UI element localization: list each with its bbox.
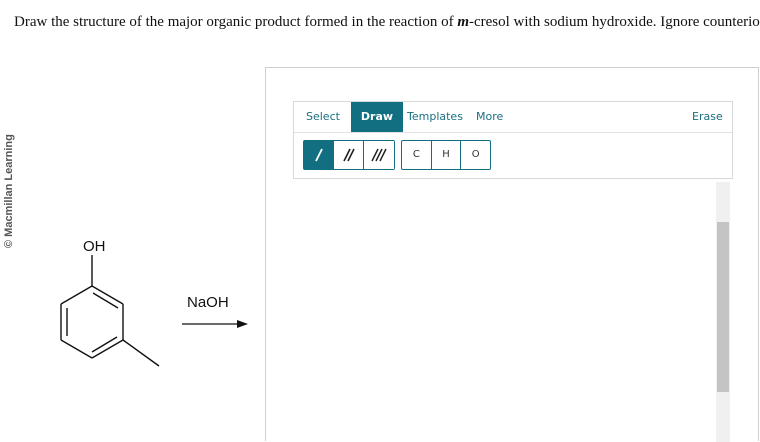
carbon-atom-button[interactable]: C xyxy=(402,141,432,169)
ring-double-bond xyxy=(91,336,118,353)
oxygen-atom-button[interactable]: O xyxy=(461,141,490,169)
reaction-arrow xyxy=(182,320,248,328)
oh-label: OH xyxy=(83,238,106,255)
reaction-scheme: OH NaOH xyxy=(60,238,248,367)
menu-row: Select Draw Templates More Erase xyxy=(294,102,732,132)
reagent-label: NaOH xyxy=(187,294,229,311)
templates-menu[interactable]: Templates xyxy=(407,102,463,132)
draw-menu[interactable]: Draw xyxy=(351,102,403,132)
ring-bond xyxy=(60,285,93,305)
single-bond-button[interactable] xyxy=(304,141,334,169)
triple-bond-icon xyxy=(371,148,387,162)
triple-bond-button[interactable] xyxy=(364,141,394,169)
erase-menu[interactable]: Erase xyxy=(692,102,723,132)
toolbar-divider xyxy=(294,132,732,133)
question-text: Draw the structure of the major organic … xyxy=(14,14,760,30)
single-bond-icon xyxy=(314,148,323,162)
select-menu[interactable]: Select xyxy=(306,102,340,132)
double-bond-icon xyxy=(342,148,355,162)
m-cresol-structure xyxy=(60,255,160,367)
bond-tools xyxy=(303,140,395,170)
editor-toolbar: Select Draw Templates More Erase C H O xyxy=(293,101,733,179)
more-menu[interactable]: More xyxy=(476,102,503,132)
vertical-scrollbar[interactable] xyxy=(716,182,730,442)
ring-double-bond xyxy=(92,292,119,309)
copyright-watermark: © Macmillan Learning xyxy=(3,134,15,248)
drawing-editor[interactable]: Select Draw Templates More Erase C H O xyxy=(265,67,759,442)
methyl-bond xyxy=(122,339,160,367)
ring-bond xyxy=(60,339,93,359)
atom-tools: C H O xyxy=(401,140,491,170)
scrollbar-thumb[interactable] xyxy=(717,222,729,392)
double-bond-button[interactable] xyxy=(334,141,364,169)
hydrogen-atom-button[interactable]: H xyxy=(432,141,462,169)
